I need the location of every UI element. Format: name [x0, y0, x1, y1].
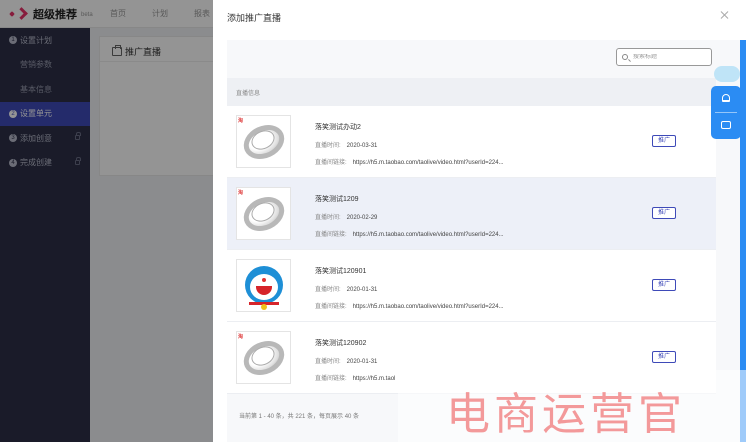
link-label: 直播间链接: [315, 376, 347, 382]
live-link-line: 直播间链接: https://h5.m.taol [315, 373, 395, 382]
live-time: 2020-02-29 [346, 215, 378, 221]
search-icon [622, 54, 628, 60]
tag-icon: 淘 [238, 334, 244, 340]
live-time-line: 直播时间: 2020-02-29 [315, 212, 504, 221]
doraemon-bell [261, 304, 267, 310]
watermark-box: 电商运营官 [398, 370, 746, 442]
live-thumbnail: 淘 [236, 331, 291, 384]
live-info: 落笑测试120902 直播时间: 2020-01-31 直播间链接: https:/… [315, 338, 395, 390]
search-input[interactable] [633, 54, 703, 60]
list-item: 淘 落笑测试1209 直播时间: 2020-02-29 直播间链接: https:/… [227, 178, 716, 250]
live-link: https://h5.m.taobao.com/taolive/video.ht… [352, 160, 504, 166]
live-thumbnail: 淘 [236, 115, 291, 168]
list-item: 淘 落笑测试办动2 直播时间: 2020-03-31 直播间链接: https://… [227, 106, 716, 178]
live-info: 落笑测试120901 直播时间: 2020-01-31 直播间链接: https:/… [315, 266, 504, 318]
live-link-line: 直播间链接: https://h5.m.taobao.com/taolive/vi… [315, 301, 504, 310]
live-time-line: 直播时间: 2020-01-31 [315, 356, 395, 365]
time-label: 直播时间: [315, 143, 341, 149]
chat-icon[interactable] [721, 121, 731, 129]
promote-button[interactable]: 推广 [652, 351, 676, 363]
live-title: 落笑测试120901 [315, 268, 367, 275]
live-list: 淘 落笑测试办动2 直播时间: 2020-03-31 直播间链接: https://… [227, 106, 716, 394]
live-link: https://h5.m.taol [352, 376, 396, 382]
bell-icon[interactable] [722, 94, 730, 102]
live-link-line: 直播间链接: https://h5.m.taobao.com/taolive/vi… [315, 157, 504, 166]
live-time: 2020-03-31 [346, 143, 378, 149]
close-icon[interactable] [720, 10, 730, 20]
live-title: 落笑测试1209 [315, 196, 359, 203]
tag-icon: 淘 [238, 190, 244, 196]
floating-toolbar [711, 86, 741, 139]
live-time-line: 直播时间: 2020-01-31 [315, 284, 504, 293]
link-label: 直播间链接: [315, 160, 347, 166]
live-thumbnail [236, 259, 291, 312]
list-item: 落笑测试120901 直播时间: 2020-01-31 直播间链接: https:/… [227, 250, 716, 322]
live-link: https://h5.m.taobao.com/taolive/video.ht… [352, 304, 504, 310]
doraemon-nose [262, 278, 266, 282]
live-link: https://h5.m.taobao.com/taolive/video.ht… [352, 232, 504, 238]
live-time-line: 直播时间: 2020-03-31 [315, 140, 504, 149]
live-time: 2020-01-31 [346, 359, 378, 365]
modal-title: 添加推广直播 [227, 13, 282, 23]
time-label: 直播时间: [315, 359, 341, 365]
live-info: 落笑测试1209 直播时间: 2020-02-29 直播间链接: https://h… [315, 194, 504, 246]
watermark-text: 电商运营官 [446, 389, 686, 440]
promote-button[interactable]: 推广 [652, 279, 676, 291]
live-time: 2020-01-31 [346, 287, 378, 293]
divider [715, 112, 737, 113]
cloud-icon[interactable] [714, 66, 740, 82]
live-link-line: 直播间链接: https://h5.m.taobao.com/taolive/vi… [315, 229, 504, 238]
live-title: 落笑测试120902 [315, 340, 367, 347]
search-box [616, 48, 712, 66]
pagination-summary: 当前第 1 - 40 条，共 221 条，每页展示 40 条 [239, 414, 360, 420]
promote-button[interactable]: 推广 [652, 207, 676, 219]
live-thumbnail: 淘 [236, 187, 291, 240]
promote-button[interactable]: 推广 [652, 135, 676, 147]
live-info: 落笑测试办动2 直播时间: 2020-03-31 直播间链接: https://h5… [315, 122, 504, 174]
tag-icon: 淘 [238, 118, 244, 124]
time-label: 直播时间: [315, 215, 341, 221]
live-title: 落笑测试办动2 [315, 124, 361, 131]
link-label: 直播间链接: [315, 232, 347, 238]
list-header: 直播信息 [227, 78, 716, 106]
link-label: 直播间链接: [315, 304, 347, 310]
time-label: 直播时间: [315, 287, 341, 293]
